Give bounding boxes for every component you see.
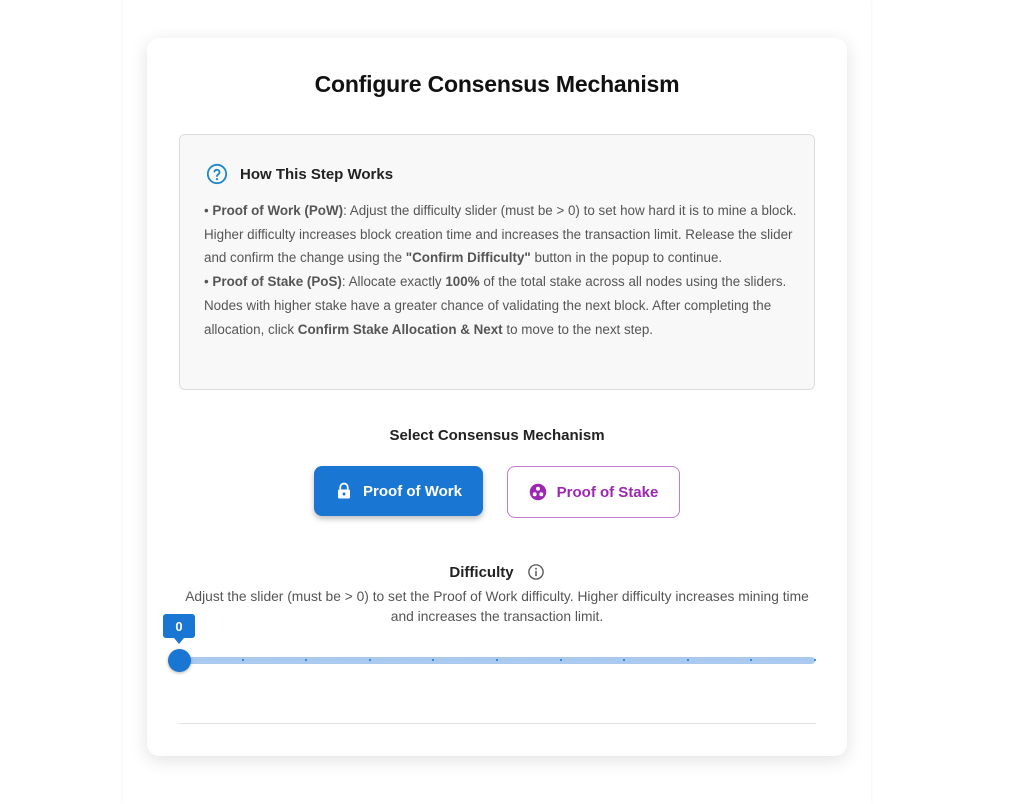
slider-tick: [814, 659, 816, 661]
slider-tick: [686, 659, 689, 661]
confirm-difficulty-ref: "Confirm Difficulty": [405, 250, 531, 266]
workspaces-icon: [529, 483, 547, 501]
info-icon[interactable]: [527, 563, 545, 581]
pow-term: Proof of Work (PoW): [212, 203, 344, 218]
proof-of-work-label: Proof of Work: [363, 482, 462, 500]
how-it-works-header: How This Step Works: [206, 163, 393, 185]
how-it-works-body: • Proof of Work (PoW): Adjust the diffic…: [204, 199, 798, 341]
pow-explanation: • Proof of Work (PoW): Adjust the diffic…: [204, 203, 797, 266]
lock-icon: [335, 482, 353, 500]
slider-value-label: 0: [163, 614, 195, 644]
select-mechanism-label: Select Consensus Mechanism: [389, 427, 605, 444]
percent-ref: 100%: [445, 274, 480, 290]
how-it-works-title: How This Step Works: [240, 165, 394, 183]
confirm-stake-ref: Confirm Stake Allocation & Next: [297, 321, 503, 337]
slider-tick: [496, 659, 498, 661]
slider-tick: [559, 659, 562, 661]
proof-of-stake-label: Proof of Stake: [556, 483, 659, 501]
slider-tick: [241, 659, 244, 661]
help-circle-icon: [206, 163, 228, 185]
proof-of-stake-button[interactable]: Proof of Stake: [507, 466, 680, 518]
section-divider: [179, 723, 816, 724]
how-it-works-panel: How This Step Works • Proof of Work (PoW…: [179, 134, 815, 390]
pos-explanation: • Proof of Stake (PoS): Allocate exactly…: [204, 274, 787, 337]
page-title: Configure Consensus Mechanism: [314, 71, 680, 97]
slider-tick: [368, 659, 371, 661]
consensus-card: Configure Consensus Mechanism How This S…: [147, 38, 847, 756]
proof-of-work-button[interactable]: Proof of Work: [314, 466, 483, 516]
slider-thumb[interactable]: [168, 649, 191, 672]
difficulty-header: Difficulty: [147, 563, 847, 581]
difficulty-label: Difficulty: [449, 563, 514, 581]
difficulty-slider[interactable]: 0: [163, 614, 819, 674]
pos-term: Proof of Stake (PoS): [212, 274, 342, 290]
